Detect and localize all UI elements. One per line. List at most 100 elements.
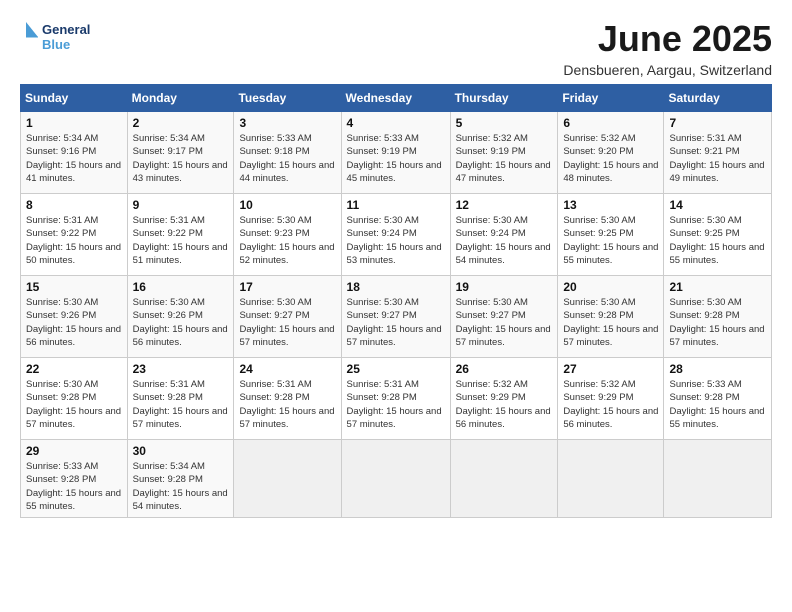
calendar-cell [341, 440, 450, 518]
calendar-cell: 26 Sunrise: 5:32 AMSunset: 9:29 PMDaylig… [450, 358, 558, 440]
calendar-cell [234, 440, 341, 518]
day-number: 17 [239, 280, 335, 294]
calendar-cell: 5 Sunrise: 5:32 AMSunset: 9:19 PMDayligh… [450, 112, 558, 194]
day-info: Sunrise: 5:32 AMSunset: 9:29 PMDaylight:… [563, 379, 658, 430]
weekday-header-tuesday: Tuesday [234, 85, 341, 112]
weekday-header-monday: Monday [127, 85, 234, 112]
calendar-cell: 24 Sunrise: 5:31 AMSunset: 9:28 PMDaylig… [234, 358, 341, 440]
day-number: 29 [26, 444, 122, 458]
day-number: 5 [456, 116, 553, 130]
day-info: Sunrise: 5:33 AMSunset: 9:18 PMDaylight:… [239, 133, 334, 184]
day-info: Sunrise: 5:32 AMSunset: 9:19 PMDaylight:… [456, 133, 551, 184]
calendar-cell: 7 Sunrise: 5:31 AMSunset: 9:21 PMDayligh… [664, 112, 772, 194]
calendar-table: SundayMondayTuesdayWednesdayThursdayFrid… [20, 84, 772, 518]
month-title: June 2025 [563, 18, 772, 60]
weekday-header-thursday: Thursday [450, 85, 558, 112]
calendar-cell: 17 Sunrise: 5:30 AMSunset: 9:27 PMDaylig… [234, 276, 341, 358]
calendar-cell: 27 Sunrise: 5:32 AMSunset: 9:29 PMDaylig… [558, 358, 664, 440]
day-info: Sunrise: 5:33 AMSunset: 9:28 PMDaylight:… [669, 379, 764, 430]
day-info: Sunrise: 5:33 AMSunset: 9:19 PMDaylight:… [347, 133, 442, 184]
day-number: 12 [456, 198, 553, 212]
calendar-cell [450, 440, 558, 518]
day-number: 1 [26, 116, 122, 130]
day-number: 6 [563, 116, 658, 130]
calendar-cell: 9 Sunrise: 5:31 AMSunset: 9:22 PMDayligh… [127, 194, 234, 276]
day-number: 24 [239, 362, 335, 376]
day-info: Sunrise: 5:34 AMSunset: 9:16 PMDaylight:… [26, 133, 121, 184]
calendar-cell: 23 Sunrise: 5:31 AMSunset: 9:28 PMDaylig… [127, 358, 234, 440]
day-number: 22 [26, 362, 122, 376]
day-info: Sunrise: 5:31 AMSunset: 9:28 PMDaylight:… [347, 379, 442, 430]
week-row-1: 1 Sunrise: 5:34 AMSunset: 9:16 PMDayligh… [21, 112, 772, 194]
svg-text:General: General [42, 22, 90, 37]
calendar-cell: 2 Sunrise: 5:34 AMSunset: 9:17 PMDayligh… [127, 112, 234, 194]
day-info: Sunrise: 5:30 AMSunset: 9:27 PMDaylight:… [347, 297, 442, 348]
calendar-cell: 16 Sunrise: 5:30 AMSunset: 9:26 PMDaylig… [127, 276, 234, 358]
calendar-cell: 4 Sunrise: 5:33 AMSunset: 9:19 PMDayligh… [341, 112, 450, 194]
day-info: Sunrise: 5:31 AMSunset: 9:28 PMDaylight:… [239, 379, 334, 430]
day-info: Sunrise: 5:32 AMSunset: 9:20 PMDaylight:… [563, 133, 658, 184]
day-info: Sunrise: 5:31 AMSunset: 9:21 PMDaylight:… [669, 133, 764, 184]
calendar-cell: 30 Sunrise: 5:34 AMSunset: 9:28 PMDaylig… [127, 440, 234, 518]
calendar-body: 1 Sunrise: 5:34 AMSunset: 9:16 PMDayligh… [21, 112, 772, 518]
calendar-cell: 18 Sunrise: 5:30 AMSunset: 9:27 PMDaylig… [341, 276, 450, 358]
day-number: 16 [133, 280, 229, 294]
weekday-header-wednesday: Wednesday [341, 85, 450, 112]
calendar-cell: 1 Sunrise: 5:34 AMSunset: 9:16 PMDayligh… [21, 112, 128, 194]
day-info: Sunrise: 5:34 AMSunset: 9:17 PMDaylight:… [133, 133, 228, 184]
calendar-cell: 8 Sunrise: 5:31 AMSunset: 9:22 PMDayligh… [21, 194, 128, 276]
calendar-cell [558, 440, 664, 518]
calendar-page: General Blue June 2025 Densbueren, Aarga… [0, 0, 792, 612]
calendar-cell: 14 Sunrise: 5:30 AMSunset: 9:25 PMDaylig… [664, 194, 772, 276]
day-number: 25 [347, 362, 445, 376]
day-number: 18 [347, 280, 445, 294]
week-row-3: 15 Sunrise: 5:30 AMSunset: 9:26 PMDaylig… [21, 276, 772, 358]
logo-svg: General Blue [20, 18, 110, 56]
location-title: Densbueren, Aargau, Switzerland [563, 62, 772, 78]
day-info: Sunrise: 5:30 AMSunset: 9:28 PMDaylight:… [563, 297, 658, 348]
weekday-header-saturday: Saturday [664, 85, 772, 112]
calendar-cell: 13 Sunrise: 5:30 AMSunset: 9:25 PMDaylig… [558, 194, 664, 276]
day-info: Sunrise: 5:30 AMSunset: 9:26 PMDaylight:… [133, 297, 228, 348]
weekday-header-sunday: Sunday [21, 85, 128, 112]
week-row-4: 22 Sunrise: 5:30 AMSunset: 9:28 PMDaylig… [21, 358, 772, 440]
day-number: 2 [133, 116, 229, 130]
day-info: Sunrise: 5:33 AMSunset: 9:28 PMDaylight:… [26, 461, 121, 512]
calendar-cell: 20 Sunrise: 5:30 AMSunset: 9:28 PMDaylig… [558, 276, 664, 358]
calendar-cell: 11 Sunrise: 5:30 AMSunset: 9:24 PMDaylig… [341, 194, 450, 276]
day-number: 21 [669, 280, 766, 294]
week-row-2: 8 Sunrise: 5:31 AMSunset: 9:22 PMDayligh… [21, 194, 772, 276]
day-number: 27 [563, 362, 658, 376]
calendar-cell: 22 Sunrise: 5:30 AMSunset: 9:28 PMDaylig… [21, 358, 128, 440]
calendar-cell: 6 Sunrise: 5:32 AMSunset: 9:20 PMDayligh… [558, 112, 664, 194]
calendar-cell: 12 Sunrise: 5:30 AMSunset: 9:24 PMDaylig… [450, 194, 558, 276]
day-info: Sunrise: 5:31 AMSunset: 9:28 PMDaylight:… [133, 379, 228, 430]
day-number: 20 [563, 280, 658, 294]
week-row-5: 29 Sunrise: 5:33 AMSunset: 9:28 PMDaylig… [21, 440, 772, 518]
day-number: 26 [456, 362, 553, 376]
day-number: 3 [239, 116, 335, 130]
calendar-cell: 3 Sunrise: 5:33 AMSunset: 9:18 PMDayligh… [234, 112, 341, 194]
day-info: Sunrise: 5:30 AMSunset: 9:26 PMDaylight:… [26, 297, 121, 348]
day-number: 9 [133, 198, 229, 212]
day-number: 28 [669, 362, 766, 376]
day-number: 23 [133, 362, 229, 376]
day-number: 30 [133, 444, 229, 458]
day-info: Sunrise: 5:30 AMSunset: 9:24 PMDaylight:… [456, 215, 551, 266]
day-info: Sunrise: 5:30 AMSunset: 9:24 PMDaylight:… [347, 215, 442, 266]
day-info: Sunrise: 5:30 AMSunset: 9:27 PMDaylight:… [456, 297, 551, 348]
day-number: 11 [347, 198, 445, 212]
day-info: Sunrise: 5:30 AMSunset: 9:23 PMDaylight:… [239, 215, 334, 266]
logo-area: General Blue [20, 18, 110, 56]
weekday-header-row: SundayMondayTuesdayWednesdayThursdayFrid… [21, 85, 772, 112]
calendar-cell: 29 Sunrise: 5:33 AMSunset: 9:28 PMDaylig… [21, 440, 128, 518]
day-number: 7 [669, 116, 766, 130]
calendar-cell: 15 Sunrise: 5:30 AMSunset: 9:26 PMDaylig… [21, 276, 128, 358]
day-number: 13 [563, 198, 658, 212]
header-area: General Blue June 2025 Densbueren, Aarga… [20, 18, 772, 78]
day-info: Sunrise: 5:30 AMSunset: 9:25 PMDaylight:… [669, 215, 764, 266]
calendar-cell: 28 Sunrise: 5:33 AMSunset: 9:28 PMDaylig… [664, 358, 772, 440]
svg-text:Blue: Blue [42, 37, 70, 52]
calendar-cell: 10 Sunrise: 5:30 AMSunset: 9:23 PMDaylig… [234, 194, 341, 276]
title-area: June 2025 Densbueren, Aargau, Switzerlan… [563, 18, 772, 78]
